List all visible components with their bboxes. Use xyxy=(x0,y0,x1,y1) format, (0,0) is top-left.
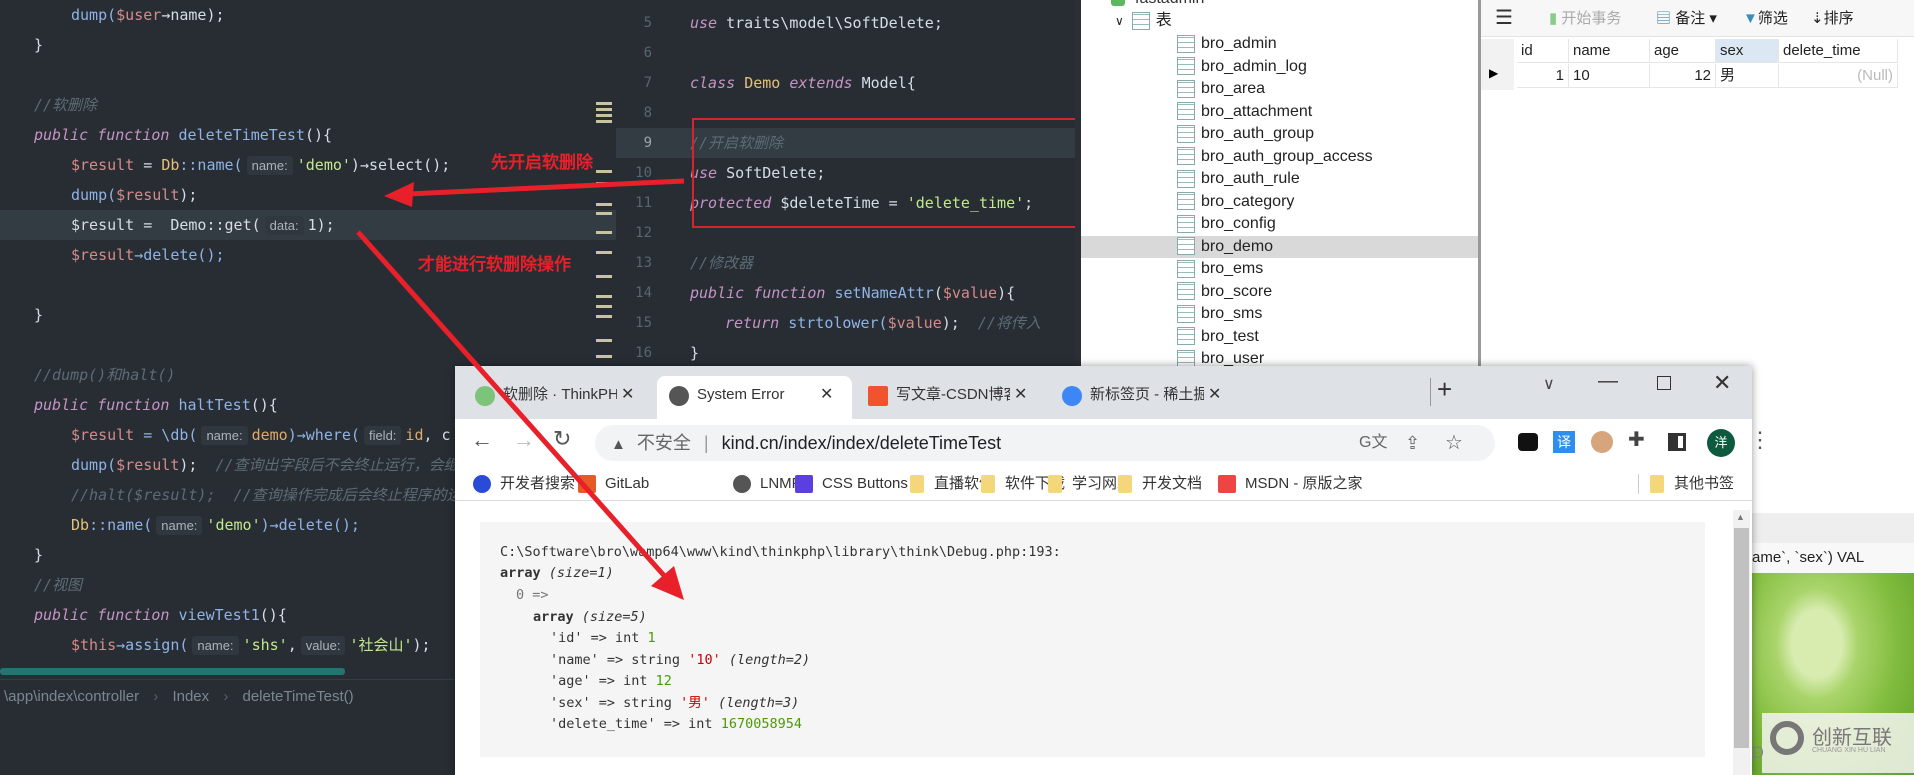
annotation-enable-soft-delete: 先开启软删除 xyxy=(491,153,593,172)
arrow-to-output xyxy=(356,230,684,600)
arrow-to-dump-call xyxy=(384,178,685,207)
annotation-soft-delete-operation: 才能进行软删除操作 xyxy=(418,255,571,274)
annotation-arrows xyxy=(356,178,685,600)
